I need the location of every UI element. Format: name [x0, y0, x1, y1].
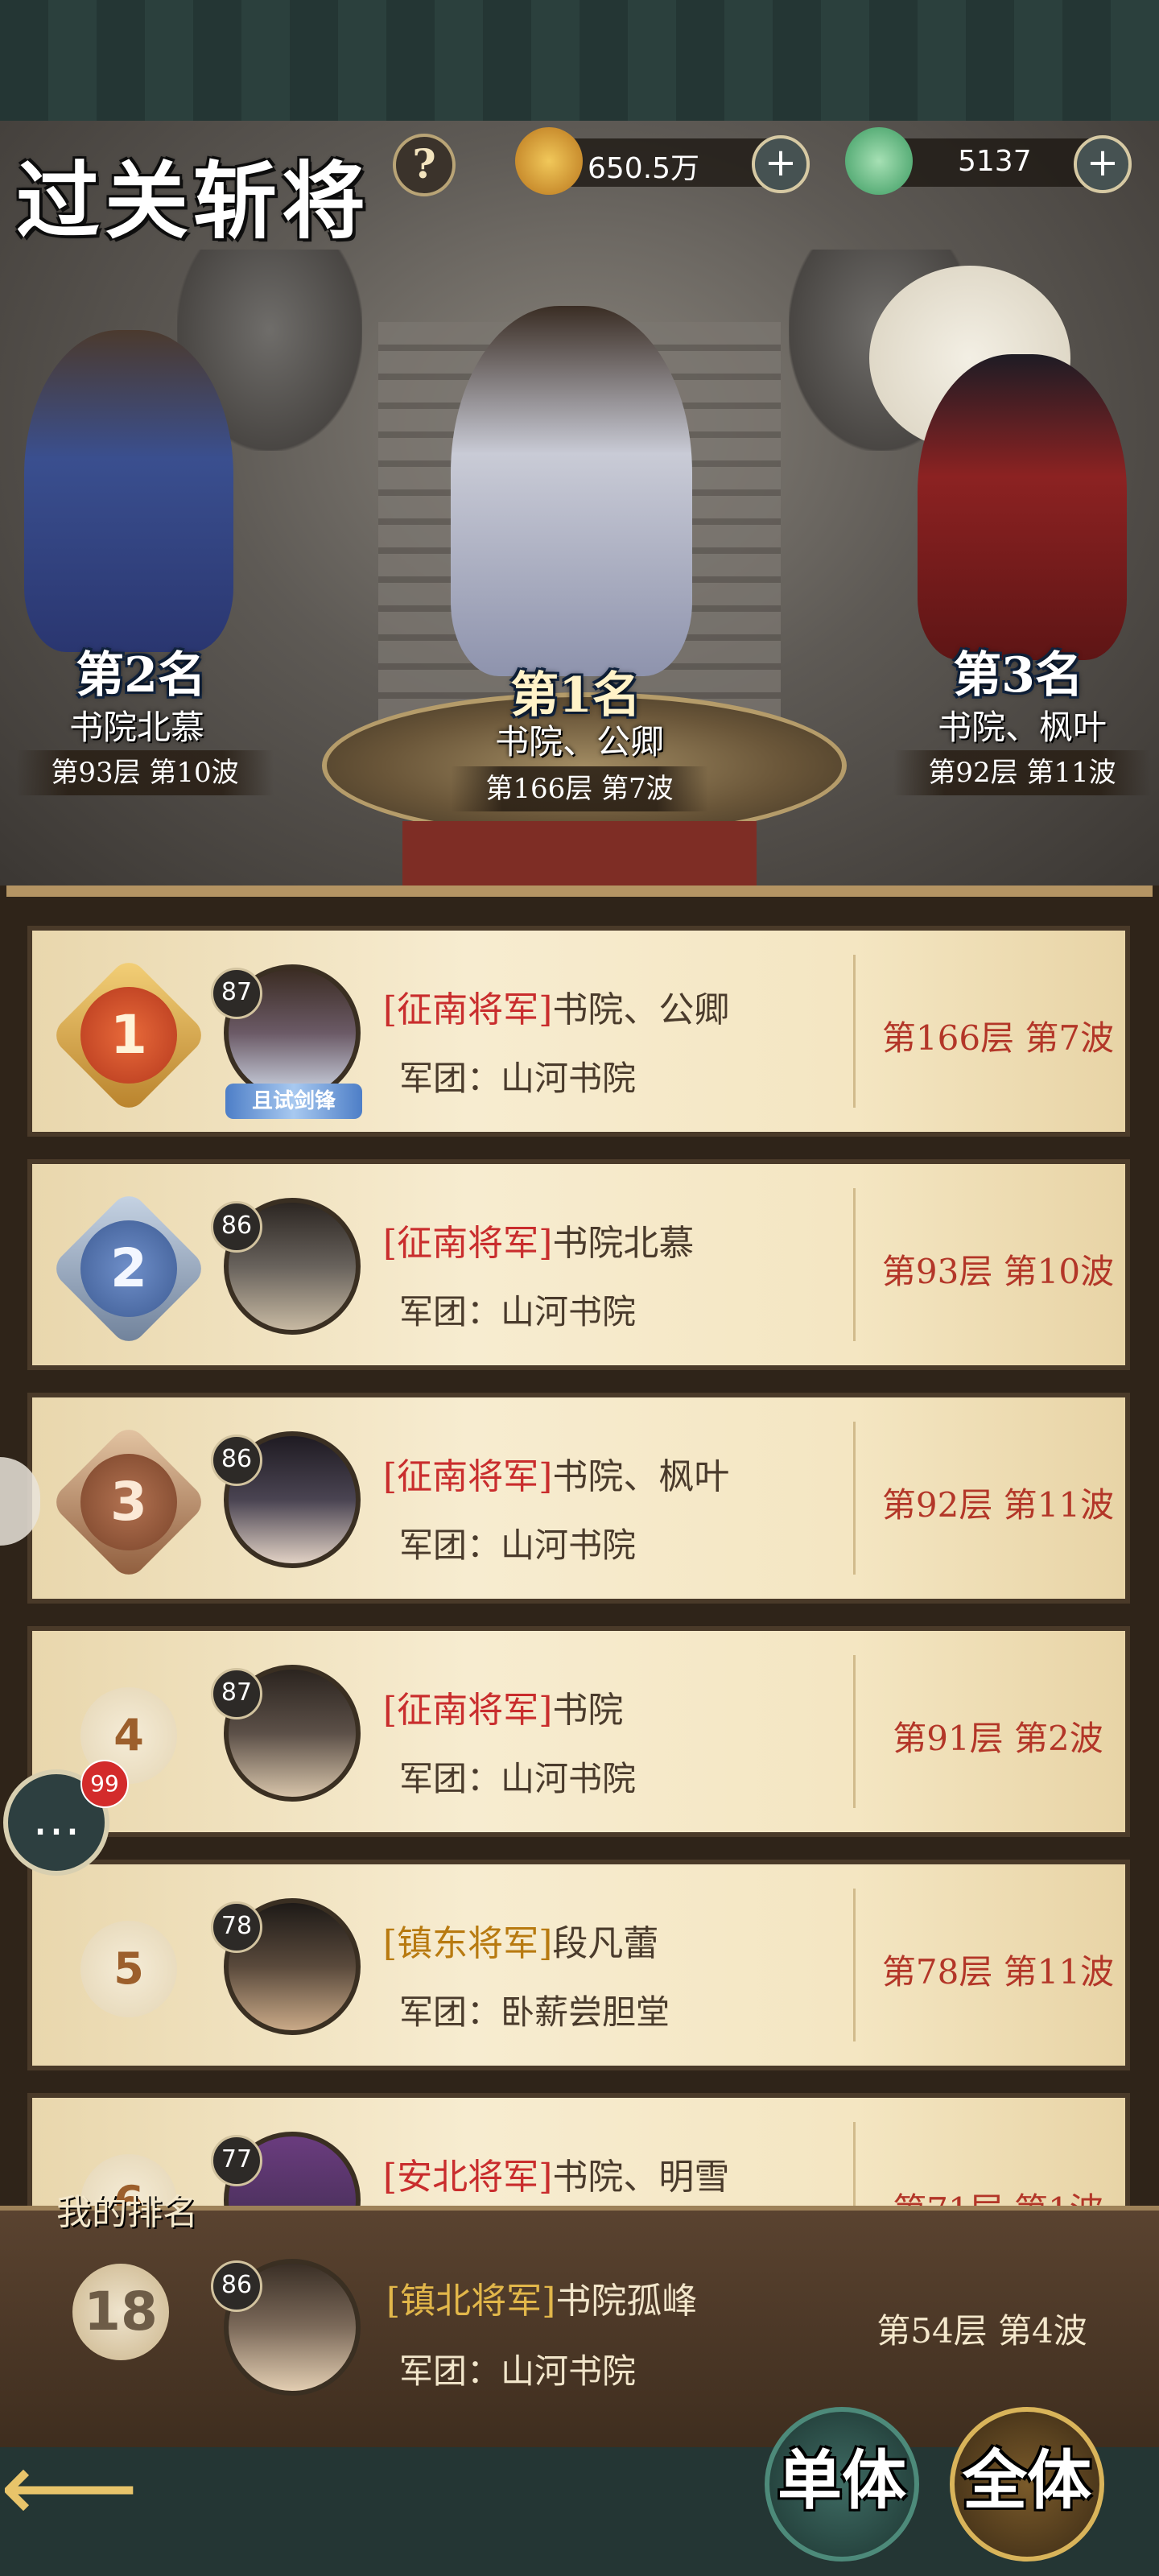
rank-tag: [征南将军]	[383, 1456, 553, 1497]
hero-figure-2	[24, 330, 233, 652]
guild-label: 军团：山河书院	[399, 1059, 637, 1098]
single-button[interactable]: 单体	[765, 2407, 919, 2562]
level-badge: 86	[211, 1201, 262, 1253]
ranking-row-1[interactable]: 1 87 且试剑锋 [征南将军]书院、公卿 军团：山河书院 第166层 第7波	[27, 926, 1130, 1137]
player-title: [征南将军]书院北慕	[383, 1214, 694, 1265]
chat-bubble-icon: …	[32, 1790, 80, 1847]
top-pattern-band	[0, 0, 1159, 121]
player-title: [征南将军]书院	[383, 1681, 623, 1732]
coins-value: 650.5万	[588, 152, 700, 185]
level-badge: 86	[211, 1435, 262, 1486]
ranking-row-3[interactable]: 3 86 [征南将军]书院、枫叶 军团：山河书院 第92层 第11波	[27, 1393, 1130, 1604]
podium-score-2: 第93层 第10波	[16, 750, 274, 795]
guild-label: 军团：山河书院	[399, 1292, 637, 1331]
all-button[interactable]: 全体	[950, 2407, 1104, 2562]
my-level-badge: 86	[211, 2260, 262, 2312]
podium-name-1: 书院、公卿	[494, 722, 664, 762]
page-title: 过关斩将	[16, 151, 371, 250]
podium-place-3: 第3名	[953, 647, 1083, 704]
row-divider	[853, 1422, 856, 1575]
hero-figure-3	[918, 354, 1127, 660]
row-divider	[853, 955, 856, 1108]
help-button[interactable]: ?	[393, 134, 456, 196]
my-player-title: [镇北将军]书院孤峰	[386, 2272, 697, 2323]
podium-score-3: 第92层 第11波	[893, 750, 1151, 795]
player-name: 书院、明雪	[552, 2157, 730, 2198]
ranking-row-4[interactable]: 4 87 [征南将军]书院 军团：山河书院 第91层 第2波	[27, 1626, 1130, 1837]
podium-name-2: 书院北慕	[68, 708, 204, 747]
rank-tag: [征南将军]	[383, 1690, 553, 1731]
rank-number: 3	[80, 1454, 177, 1550]
panel-top-border	[6, 886, 1153, 897]
progress-score: 第93层 第10波	[881, 1252, 1115, 1291]
progress-score: 第78层 第11波	[881, 1952, 1115, 1992]
progress-score: 第92层 第11波	[881, 1485, 1115, 1525]
my-ranking-label: 我的排名	[56, 2192, 198, 2233]
jade-value: 5137	[958, 145, 1032, 178]
coins-add-button[interactable]: +	[752, 135, 810, 193]
player-name: 书院、枫叶	[552, 1456, 730, 1497]
rank-number: 5	[80, 1921, 177, 2017]
player-title: [征南将军]书院、枫叶	[383, 1447, 729, 1499]
ranking-row-5[interactable]: 5 78 [镇东将军]段凡蕾 军团：卧薪尝胆堂 第78层 第11波	[27, 1860, 1130, 2070]
podium-place-2: 第2名	[76, 647, 206, 704]
rank-tag: [征南将军]	[383, 989, 553, 1030]
title-badge: 且试剑锋	[225, 1084, 362, 1119]
ranking-row-2[interactable]: 2 86 [征南将军]书院北慕 军团：山河书院 第93层 第10波	[27, 1159, 1130, 1370]
row-divider	[853, 1655, 856, 1808]
podium-name-3: 书院、枫叶	[937, 708, 1107, 747]
guild-label: 军团：山河书院	[399, 1525, 637, 1565]
row-divider	[853, 1188, 856, 1341]
jade-display: 5137 +	[845, 127, 1132, 195]
level-badge: 87	[211, 968, 262, 1019]
my-ranking-bar[interactable]: 18 86 [镇北将军]书院孤峰 军团：山河书院 第54层 第4波	[0, 2206, 1159, 2452]
rank-number: 2	[80, 1220, 177, 1317]
progress-score: 第91层 第2波	[893, 1719, 1103, 1758]
rank-tag: [征南将军]	[383, 1223, 553, 1264]
player-name: 书院北慕	[552, 1223, 695, 1264]
copper-coins-icon	[515, 127, 583, 195]
my-rank-tag: [镇北将军]	[386, 2281, 556, 2322]
jade-dragon-icon	[845, 127, 913, 195]
my-player-name: 书院孤峰	[555, 2281, 698, 2322]
coins-display: 650.5万 +	[515, 127, 810, 195]
row-divider	[853, 1889, 856, 2041]
rank-number: 1	[80, 987, 177, 1084]
level-badge: 78	[211, 1901, 262, 1953]
podium-score-1: 第166层 第7波	[451, 766, 708, 811]
jade-add-button[interactable]: +	[1074, 135, 1132, 193]
progress-score: 第166层 第7波	[881, 1018, 1115, 1058]
hero-figure-1	[451, 306, 692, 676]
chat-count-badge: 99	[80, 1760, 129, 1808]
rank-tag: [镇东将军]	[383, 1923, 553, 1964]
guild-label: 军团：山河书院	[399, 1759, 637, 1798]
player-name: 段凡蕾	[552, 1923, 659, 1964]
guild-label: 军团：卧薪尝胆堂	[399, 1992, 670, 2032]
my-rank-number: 18	[72, 2264, 169, 2360]
player-title: [镇东将军]段凡蕾	[383, 1914, 658, 1966]
my-progress-score: 第54层 第4波	[876, 2311, 1087, 2351]
level-badge: 77	[211, 2135, 262, 2186]
level-badge: 87	[211, 1668, 262, 1719]
my-guild-label: 军团：山河书院	[399, 2351, 637, 2391]
rank-tag: [安北将军]	[383, 2157, 553, 2198]
player-name: 书院	[552, 1690, 624, 1731]
player-title: [安北将军]书院、明雪	[383, 2148, 729, 2199]
player-title: [征南将军]书院、公卿	[383, 980, 729, 1032]
back-arrow-icon[interactable]: ⟵	[0, 2440, 138, 2537]
player-name: 书院、公卿	[552, 989, 730, 1030]
red-carpet	[402, 821, 757, 886]
